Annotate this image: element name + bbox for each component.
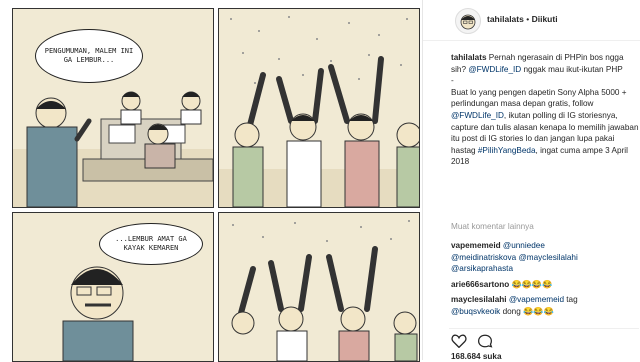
post-sidebar: tahilalats • Diikuti tahilalats Pernah n… <box>422 0 640 361</box>
comment-text: tag <box>566 295 578 305</box>
avatar-face-icon <box>460 14 476 30</box>
load-more-comments[interactable]: Muat komentar lainnya <box>451 222 534 231</box>
caption-dash: - <box>451 76 454 86</box>
comment-icon[interactable] <box>477 334 493 353</box>
mention-link[interactable]: @vapememeid <box>509 295 564 304</box>
caption-line-3: Buat lo yang pengen dapetin Sony Alpha 5… <box>451 87 627 109</box>
speech-bubble-3: ...LEMBUR AMAT GA KAYAK KEMAREN <box>99 223 203 265</box>
celebration-drawing <box>219 16 419 207</box>
mention-link[interactable]: @mayclesilalahi <box>518 253 577 262</box>
mention-link[interactable]: @arsikaprahasta <box>451 264 513 273</box>
hashtag-link[interactable]: #PilihYangBeda <box>478 146 536 155</box>
mention-link[interactable]: @meidinatriskova <box>451 253 516 262</box>
speech-bubble-1: PENGUMUMAN, MALEM INI GA LEMBUR... <box>35 29 143 83</box>
comment-text: dong 😂😂😂 <box>502 306 554 316</box>
follow-status[interactable]: Diikuti <box>532 14 558 24</box>
comments-list: vapememeid @unniedee @meidinatriskova @m… <box>451 240 639 322</box>
comment-username[interactable]: vapememeid <box>451 241 501 250</box>
post-header: tahilalats • Diikuti <box>423 0 640 41</box>
header-username-line: tahilalats • Diikuti <box>487 14 558 24</box>
caption-line-2: nggak mau ikut-ikutan PHP <box>523 64 623 74</box>
post-image[interactable]: PENGUMUMAN, MALEM INI GA LEMBUR... ...LE… <box>0 0 422 362</box>
separator-dot: • <box>526 14 530 24</box>
comment: vapememeid @unniedee @meidinatriskova @m… <box>451 240 639 275</box>
comic-panel-1: PENGUMUMAN, MALEM INI GA LEMBUR... <box>12 8 214 208</box>
mention-link-2[interactable]: @FWDLife_ID <box>451 111 504 120</box>
caption-username[interactable]: tahilalats <box>451 53 487 62</box>
comment: arie666sartono 😂😂😂😂 <box>451 279 639 291</box>
comment-username[interactable]: arie666sartono <box>451 280 509 289</box>
mention-link[interactable]: @unniedee <box>503 241 545 250</box>
header-username[interactable]: tahilalats <box>487 14 524 24</box>
mention-link[interactable]: @buqsvkeoik <box>451 307 500 316</box>
comment: mayclesilalahi @vapememeid tag @buqsvkeo… <box>451 294 639 317</box>
comic-panel-3: ...LEMBUR AMAT GA KAYAK KEMAREN <box>12 212 214 362</box>
action-bar <box>449 328 639 351</box>
comment-text: 😂😂😂😂 <box>511 279 553 289</box>
celebration-drawing-2 <box>231 220 418 361</box>
heart-icon[interactable] <box>451 334 467 353</box>
comic-panel-2 <box>218 8 420 208</box>
comment-username[interactable]: mayclesilalahi <box>451 295 507 304</box>
mention-link[interactable]: @FWDLife_ID <box>468 65 521 74</box>
comic-panel-4 <box>218 212 420 362</box>
post-caption: tahilalats Pernah ngerasain di PHPin bos… <box>451 52 639 168</box>
avatar[interactable] <box>455 8 481 34</box>
